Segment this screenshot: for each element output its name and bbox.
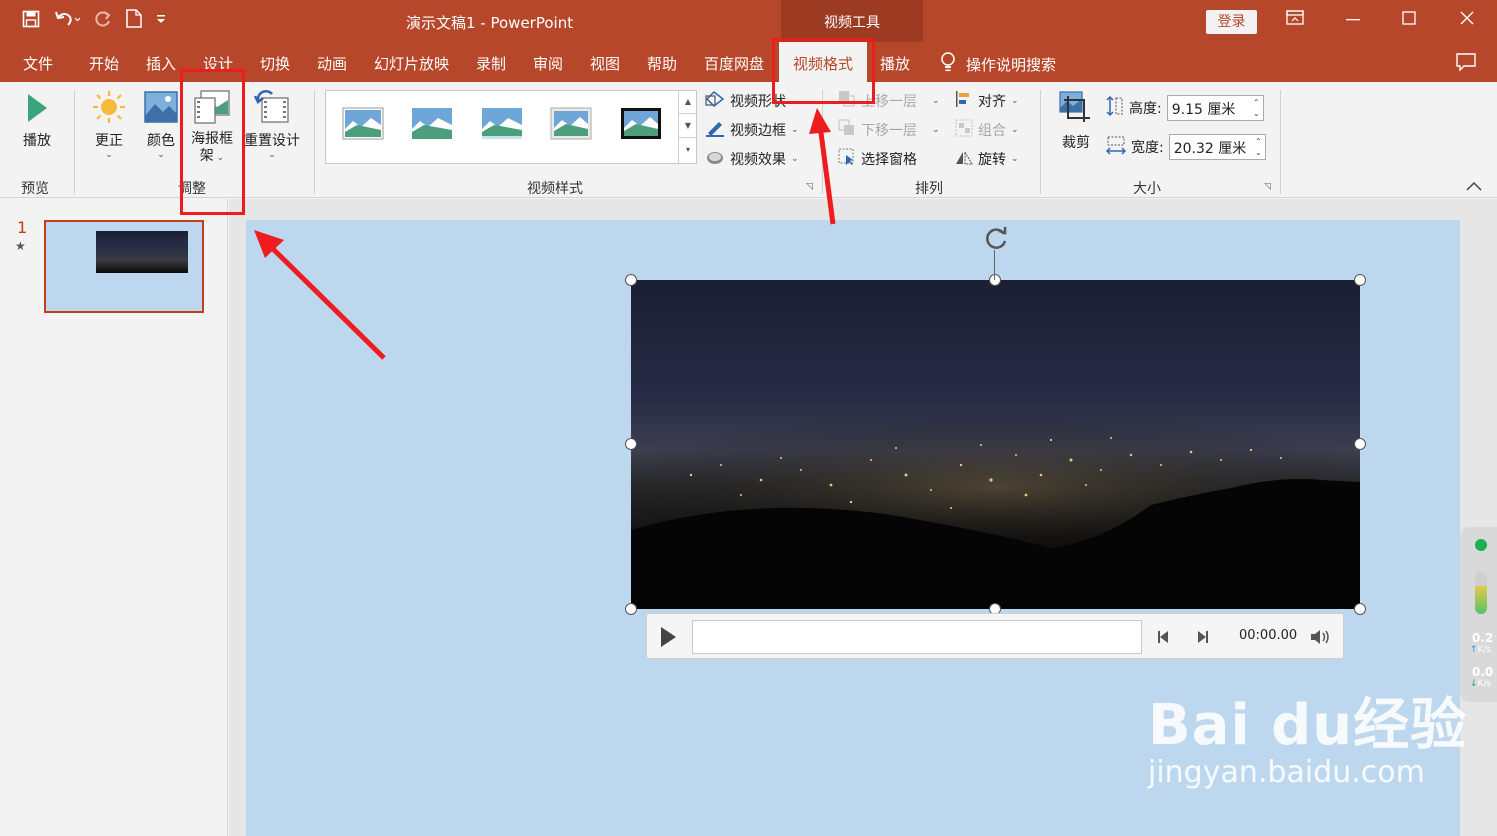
annotation-arrows [254,108,836,360]
annotation-arrow-to-poster-frame [254,230,386,360]
annotation-arrow-to-video-format [809,108,836,225]
